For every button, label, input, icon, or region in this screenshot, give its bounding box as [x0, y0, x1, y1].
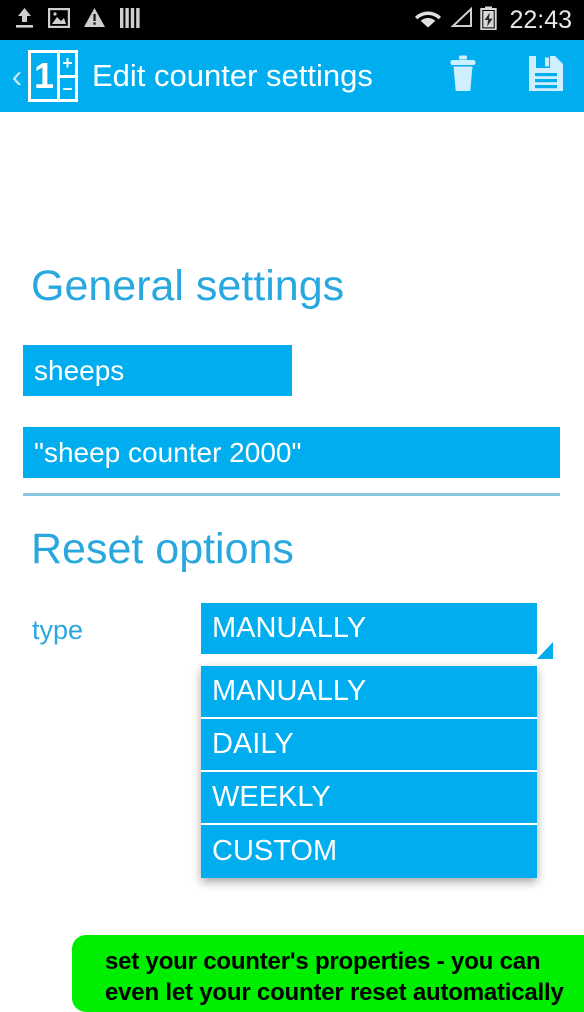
action-bar-actions: [448, 55, 564, 98]
signal-icon: [449, 6, 473, 33]
page-title: Edit counter settings: [92, 58, 373, 93]
status-bar-left-icons: [14, 7, 141, 34]
help-callout: set your counter's properties - you can …: [72, 935, 584, 1012]
status-bar-clock: 22:43: [509, 5, 572, 34]
app-logo-plusminus: + –: [57, 53, 75, 99]
counter-description-input[interactable]: "sheep counter 2000": [23, 427, 560, 478]
upload-icon: [14, 7, 35, 34]
dropdown-option-daily[interactable]: DAILY: [201, 719, 537, 772]
reset-type-dropdown[interactable]: MANUALLY DAILY WEEKLY CUSTOM: [201, 666, 537, 878]
app-logo-icon[interactable]: 1 + –: [28, 50, 78, 102]
general-settings-heading: General settings: [31, 262, 345, 310]
chevron-down-icon[interactable]: [537, 642, 553, 659]
help-callout-line2: even let your counter reset automaticall…: [105, 979, 564, 1006]
wifi-icon: [414, 7, 442, 33]
bars-icon: [119, 7, 141, 33]
app-logo-plus: +: [60, 53, 75, 78]
save-icon[interactable]: [528, 55, 564, 97]
warning-icon: [83, 7, 106, 33]
counter-name-input[interactable]: sheeps: [23, 345, 292, 396]
image-icon: [47, 7, 71, 33]
dropdown-option-weekly[interactable]: WEEKLY: [201, 772, 537, 825]
back-chevron-icon[interactable]: ‹: [8, 60, 26, 92]
reset-type-spinner[interactable]: MANUALLY: [201, 603, 537, 654]
dropdown-option-manually[interactable]: MANUALLY: [201, 666, 537, 719]
reset-type-label: type: [32, 615, 84, 645]
phone-screen: 22:43 ‹ 1 + – Edit counter settings Gene…: [0, 0, 584, 1012]
app-logo-minus: –: [62, 77, 73, 98]
trash-icon[interactable]: [448, 55, 478, 98]
settings-content: General settings sheeps "sheep counter 2…: [0, 112, 584, 1012]
reset-options-heading: Reset options: [31, 525, 294, 573]
status-bar: 22:43: [0, 0, 584, 40]
action-bar: ‹ 1 + – Edit counter settings: [0, 40, 584, 112]
section-divider: [23, 493, 560, 496]
status-bar-right-icons: 22:43: [414, 0, 572, 40]
app-logo-digit: 1: [33, 55, 55, 96]
battery-charging-icon: [480, 6, 498, 35]
help-callout-line1: set your counter's properties - you can: [105, 948, 541, 975]
dropdown-option-custom[interactable]: CUSTOM: [201, 825, 537, 878]
